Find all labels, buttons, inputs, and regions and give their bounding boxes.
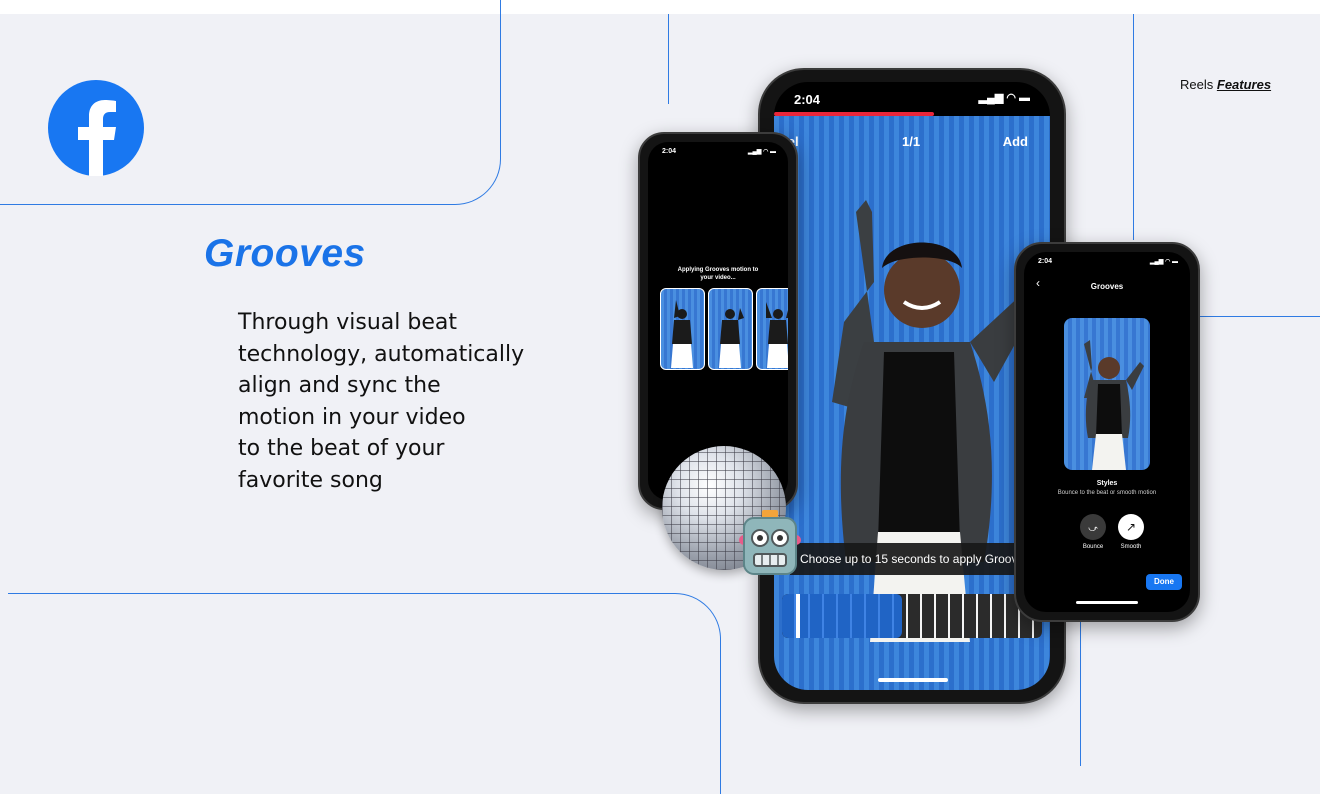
description-line: motion in your video (238, 404, 466, 430)
applying-status-line1: Applying Grooves motion to (677, 267, 759, 273)
timeline-playhead[interactable] (796, 594, 800, 638)
bounce-icon: ⤻ (1088, 523, 1098, 533)
timeline-selection[interactable] (782, 594, 902, 638)
status-time: 2:04 (794, 92, 821, 107)
status-icons: ▂▄▆ ◠ ▬ (747, 149, 776, 155)
smooth-label: Smooth (1120, 544, 1142, 550)
right-phone-screen: 2:04 ▂▄▆ ◠ ▬ ‹ Grooves Styles Bounce to … (1024, 252, 1190, 612)
selection-hint-toast: Choose up to 15 seconds to apply Grooves (790, 543, 1032, 575)
notch (1080, 253, 1132, 265)
styles-subtitle: Bounce to the beat or smooth motion (1057, 490, 1157, 496)
description-line: align and sync the (238, 373, 441, 398)
description-line: favorite song (238, 467, 383, 493)
grooves-preview (1064, 318, 1150, 470)
feature-title: Grooves (204, 232, 366, 275)
feature-description: Through visual beat technology, automati… (238, 307, 598, 496)
video-timeline[interactable] (782, 594, 1042, 638)
description-line: to the beat of your (238, 436, 445, 461)
robot-face-icon (739, 510, 801, 575)
status-icons: ▂▄▆ ◠ ▬ (978, 92, 1030, 104)
section-label: Reels Features (1180, 77, 1271, 92)
right-phone: 2:04 ▂▄▆ ◠ ▬ ‹ Grooves Styles Bounce to … (1014, 242, 1200, 622)
frame-line-right-horizontal (1196, 316, 1320, 317)
bounce-style-button[interactable]: ⤻ (1080, 514, 1106, 540)
home-indicator (878, 678, 948, 682)
subsection-name: Features (1216, 77, 1272, 92)
frame-line-right-vertical (1133, 14, 1134, 240)
section-name: Reels (1180, 77, 1214, 92)
notch (694, 143, 740, 155)
facebook-logo-icon (48, 80, 144, 176)
description-line: Through visual beat (238, 310, 457, 335)
frame-corner-bottom (8, 593, 721, 794)
styles-heading: Styles (1096, 480, 1118, 487)
notch (872, 84, 952, 106)
smooth-style-button[interactable]: ↗ (1118, 514, 1144, 540)
description-line: technology, automatically (238, 341, 525, 367)
frame-corner-bottom-right (1080, 616, 1135, 766)
home-indicator (1076, 601, 1138, 604)
status-time: 2:04 (1038, 258, 1053, 265)
status-time: 2:04 (662, 148, 677, 155)
bounce-label: Bounce (1082, 544, 1104, 550)
applying-status-line2: your video... (700, 275, 736, 281)
preview-frames-figures (671, 300, 788, 368)
done-button[interactable]: Done (1146, 574, 1182, 590)
preview-dancer-figure (1084, 340, 1144, 470)
video-progress-bar (774, 112, 934, 116)
frame-line-mid-vertical (668, 14, 669, 104)
status-icons: ▂▄▆ ◠ ▬ (1149, 259, 1178, 265)
grooves-screen-title: Grooves (1090, 282, 1124, 291)
smooth-icon: ↗ (1125, 520, 1137, 534)
